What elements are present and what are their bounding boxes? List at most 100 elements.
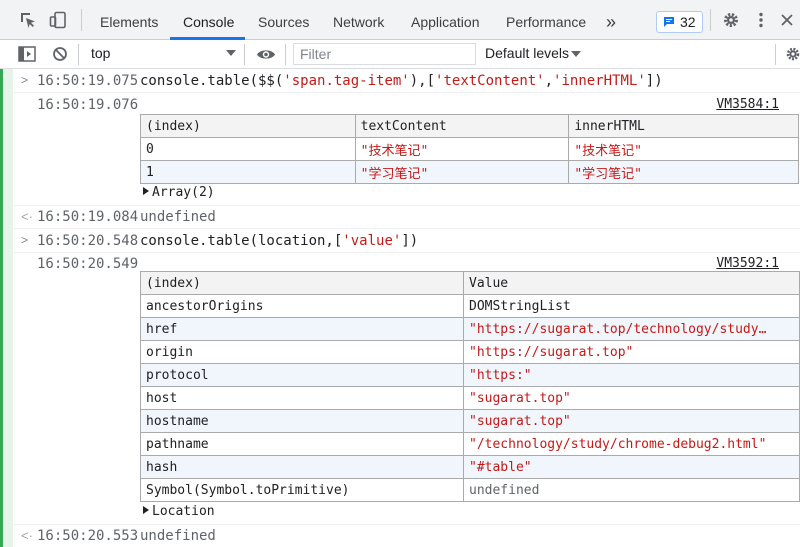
command-text: console.table(location,['value']) bbox=[140, 233, 418, 249]
code-token: console.table($$( bbox=[140, 73, 284, 89]
expander-label: Array(2) bbox=[152, 185, 215, 200]
code-string: 'innerHTML' bbox=[553, 73, 646, 89]
table-row: protocol "https:" bbox=[140, 363, 800, 387]
table-cell: DOMStringList bbox=[463, 294, 800, 318]
console-input-entry: > 16:50:20.548 console.table(location,['… bbox=[13, 229, 800, 253]
object-expander[interactable]: Array(2) bbox=[143, 185, 215, 200]
triangle-right-icon bbox=[143, 187, 149, 195]
table-header-row: (index) textContent innerHTML bbox=[140, 114, 799, 138]
device-toolbar-icon[interactable] bbox=[49, 11, 67, 29]
toolbar-divider bbox=[244, 44, 245, 65]
table-cell: "技术笔记" bbox=[568, 137, 799, 161]
table-cell: "学习笔记" bbox=[568, 160, 799, 184]
inspect-element-icon[interactable] bbox=[19, 11, 37, 29]
table-cell: "https:" bbox=[463, 363, 800, 387]
chevron-down-icon[interactable] bbox=[226, 50, 236, 56]
tab-application[interactable]: Application bbox=[411, 0, 480, 40]
table-cell: undefined bbox=[463, 478, 800, 502]
toolbar-divider bbox=[78, 44, 79, 65]
triangle-right-icon bbox=[143, 506, 149, 514]
console-toolbar: top Default levels bbox=[0, 40, 800, 69]
tab-console[interactable]: Console bbox=[183, 0, 234, 40]
table-cell: "https://sugarat.top" bbox=[463, 340, 800, 364]
code-string: 'value' bbox=[342, 233, 402, 249]
toolbar-divider bbox=[775, 44, 776, 65]
context-selector[interactable]: top bbox=[91, 45, 110, 61]
console-input-entry: > 16:50:19.075 console.table($$('span.ta… bbox=[13, 69, 800, 93]
command-text: console.table($$('span.tag-item'),['text… bbox=[140, 73, 663, 89]
table-row: href "https://sugarat.top/technology/stu… bbox=[140, 317, 800, 341]
devtools-tab-bar: Elements Console Sources Network Applica… bbox=[0, 0, 800, 40]
table-row: 0 "技术笔记" "技术笔记" bbox=[140, 137, 799, 161]
table-row: origin "https://sugarat.top" bbox=[140, 340, 800, 364]
column-header[interactable]: (index) bbox=[140, 114, 356, 138]
table-row: ancestorOrigins DOMStringList bbox=[140, 294, 800, 318]
console-settings-gear-icon[interactable] bbox=[785, 46, 800, 62]
column-header[interactable]: textContent bbox=[354, 114, 570, 138]
return-arrow-icon: <· bbox=[21, 528, 33, 543]
issues-badge[interactable]: 32 bbox=[656, 11, 703, 33]
table-cell: "技术笔记" bbox=[354, 137, 570, 161]
code-string: 'span.tag-item' bbox=[283, 73, 410, 89]
chevron-down-icon[interactable] bbox=[571, 51, 581, 57]
table-cell: hash bbox=[140, 455, 464, 479]
console-table: (index) textContent innerHTML 0 "技术笔记" "… bbox=[140, 114, 799, 184]
source-link[interactable]: VM3584:1 bbox=[716, 97, 779, 112]
table-cell: 1 bbox=[140, 160, 356, 184]
expander-label: Location bbox=[152, 504, 215, 519]
log-levels-dropdown[interactable]: Default levels bbox=[485, 45, 569, 61]
table-row: host "sugarat.top" bbox=[140, 386, 800, 410]
console-return-entry: <· 16:50:20.553 undefined bbox=[13, 525, 800, 547]
source-link[interactable]: VM3592:1 bbox=[716, 256, 779, 271]
table-cell: ancestorOrigins bbox=[140, 294, 464, 318]
message-icon bbox=[664, 17, 674, 27]
table-cell: "/technology/study/chrome-debug2.html" bbox=[463, 432, 800, 456]
code-token: ]) bbox=[401, 233, 419, 249]
issues-count: 32 bbox=[680, 14, 696, 30]
tab-performance[interactable]: Performance bbox=[506, 0, 586, 40]
chevron-right-icon[interactable]: > bbox=[21, 233, 28, 247]
return-arrow-icon: <· bbox=[21, 209, 33, 224]
tab-sources[interactable]: Sources bbox=[258, 0, 309, 40]
console-table-output: 16:50:19.076 VM3584:1 (index) textConten… bbox=[13, 93, 800, 206]
timestamp: 16:50:19.076 bbox=[37, 97, 139, 113]
sidebar-toggle-icon[interactable] bbox=[18, 46, 36, 62]
table-cell: 0 bbox=[140, 137, 356, 161]
eye-icon[interactable] bbox=[256, 48, 276, 61]
return-value: undefined bbox=[140, 528, 216, 544]
object-expander[interactable]: Location bbox=[143, 504, 215, 519]
toolbar-divider bbox=[285, 44, 286, 65]
clear-console-icon[interactable] bbox=[52, 46, 68, 62]
code-token: console.table(location,[ bbox=[140, 233, 343, 249]
table-row: Symbol(Symbol.toPrimitive) undefined bbox=[140, 478, 800, 502]
console-table: (index) Value ancestorOrigins DOMStringL… bbox=[140, 271, 800, 502]
more-options-icon[interactable] bbox=[752, 11, 770, 29]
code-token: , bbox=[544, 73, 554, 89]
table-cell: "sugarat.top" bbox=[463, 386, 800, 410]
return-value: undefined bbox=[140, 209, 216, 225]
table-cell: Symbol(Symbol.toPrimitive) bbox=[140, 478, 464, 502]
tab-elements[interactable]: Elements bbox=[100, 0, 158, 40]
console-return-entry: <· 16:50:19.084 undefined bbox=[13, 206, 800, 229]
code-token: ),[ bbox=[409, 73, 436, 89]
toolbar-divider bbox=[710, 9, 711, 31]
table-row: hostname "sugarat.top" bbox=[140, 409, 800, 433]
tab-network[interactable]: Network bbox=[333, 0, 384, 40]
table-header-row: (index) Value bbox=[140, 271, 800, 295]
close-icon[interactable] bbox=[778, 11, 796, 29]
column-header[interactable]: (index) bbox=[140, 271, 464, 295]
column-header[interactable]: innerHTML bbox=[568, 114, 799, 138]
table-cell: origin bbox=[140, 340, 464, 364]
table-cell: "https://sugarat.top/technology/study… bbox=[463, 317, 800, 341]
column-header[interactable]: Value bbox=[463, 271, 800, 295]
timestamp: 16:50:20.553 bbox=[37, 528, 139, 544]
more-tabs-button[interactable]: » bbox=[606, 0, 616, 40]
filter-input[interactable] bbox=[293, 43, 476, 65]
settings-gear-icon[interactable] bbox=[722, 11, 740, 29]
table-cell: protocol bbox=[140, 363, 464, 387]
console-table-output: 16:50:20.549 VM3592:1 (index) Value ance… bbox=[13, 253, 800, 525]
table-row: 1 "学习笔记" "学习笔记" bbox=[140, 160, 799, 184]
chevron-right-icon[interactable]: > bbox=[21, 73, 28, 87]
table-cell: "sugarat.top" bbox=[463, 409, 800, 433]
table-cell: "学习笔记" bbox=[354, 160, 570, 184]
